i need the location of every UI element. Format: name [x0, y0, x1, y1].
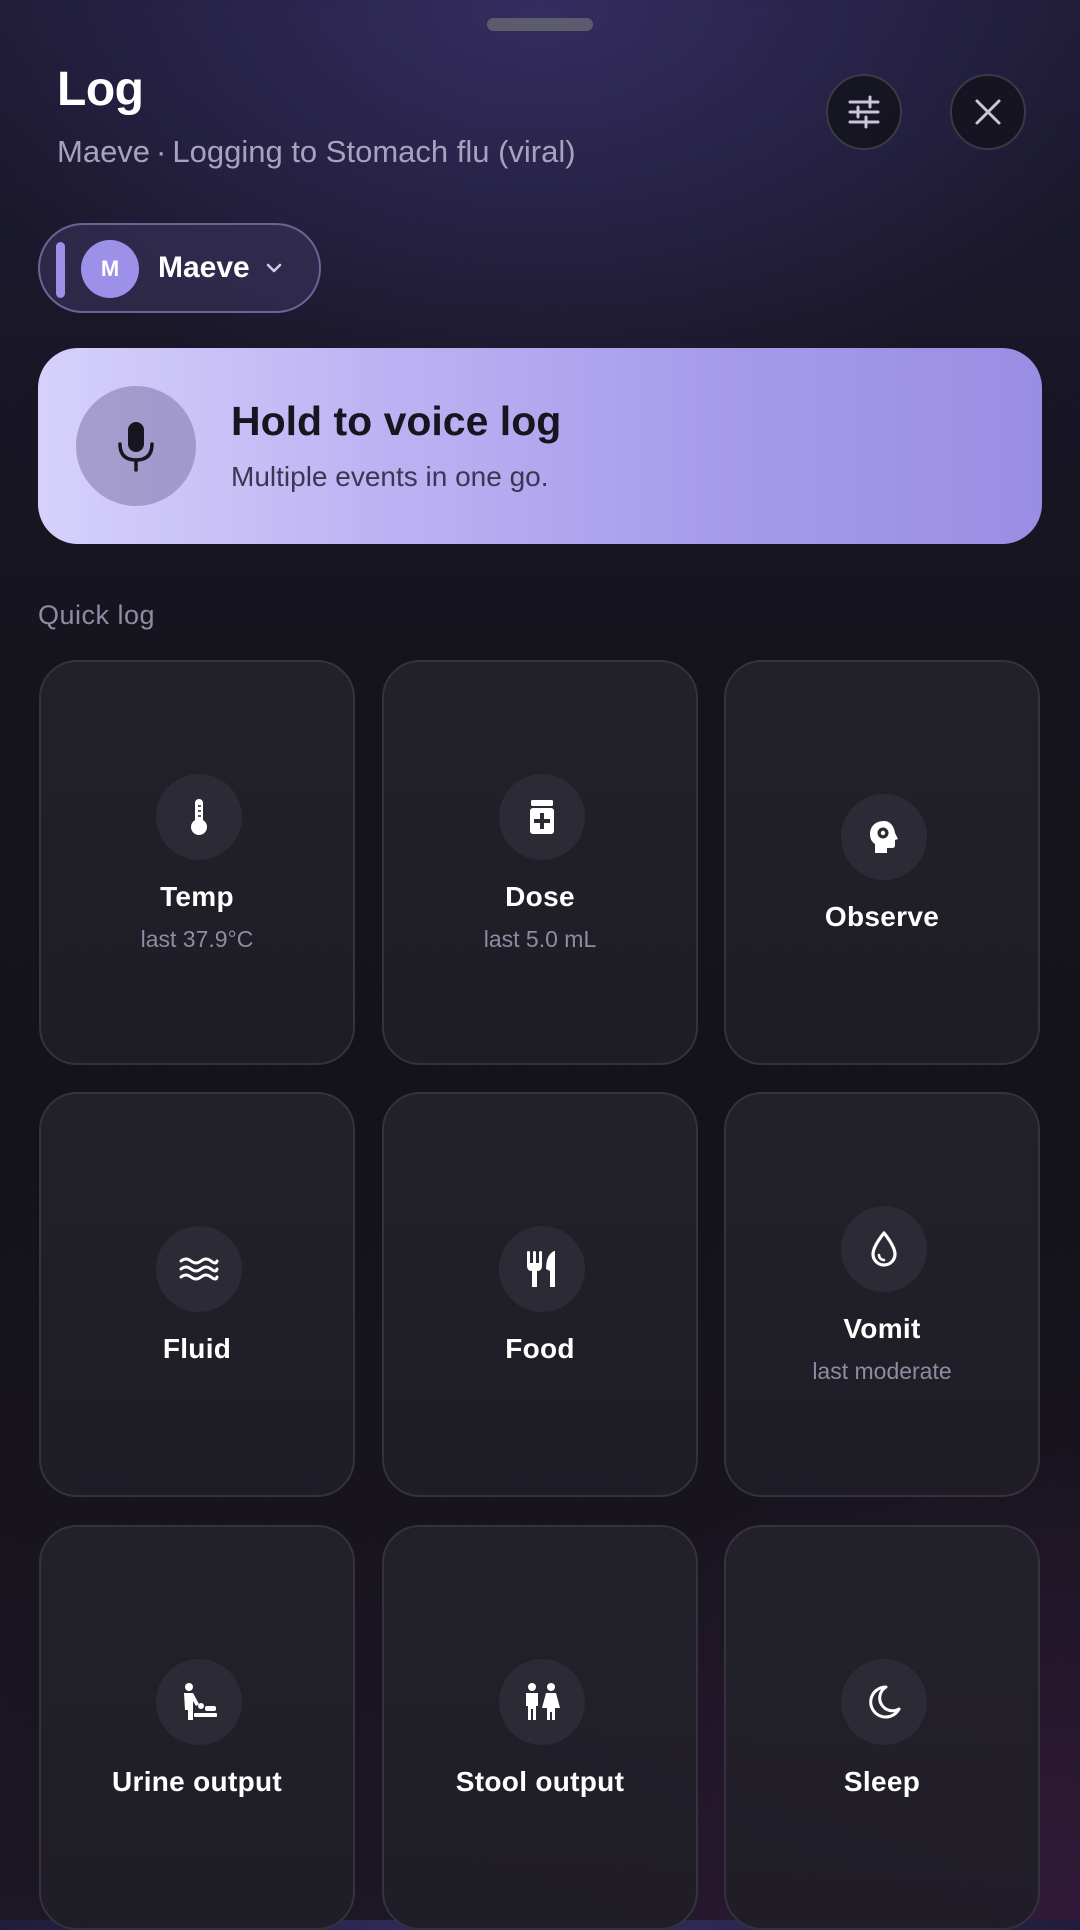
fork-knife-icon	[499, 1226, 585, 1312]
tile-label: Dose	[505, 881, 575, 912]
droplet-icon	[841, 1206, 927, 1292]
quick-log-stool-output[interactable]: Stool output	[382, 1525, 698, 1930]
tile-label: Food	[505, 1333, 575, 1364]
quick-log-sleep[interactable]: Sleep	[724, 1525, 1040, 1930]
head-cog-icon	[841, 794, 927, 880]
tile-label: Stool output	[455, 1766, 625, 1797]
close-icon	[975, 99, 1001, 125]
person-color-bar	[56, 242, 65, 298]
voice-log-title: Hold to voice log	[231, 398, 562, 444]
tile-last-value: last 5.0 mL	[483, 926, 597, 952]
quick-log-urine-output[interactable]: Urine output	[39, 1525, 355, 1930]
quick-log-temp[interactable]: Temp last 37.9°C	[39, 660, 355, 1065]
chevron-down-icon	[266, 263, 282, 273]
filter-settings-button[interactable]	[826, 74, 902, 150]
subtitle-patient: Maeve	[57, 134, 151, 169]
subtitle-logging-to: Logging to Stomach flu (viral)	[172, 134, 576, 169]
close-button[interactable]	[950, 74, 1026, 150]
baby-changing-icon	[156, 1659, 242, 1745]
tile-last-value: last moderate	[812, 1358, 952, 1384]
tile-label: Sleep	[843, 1766, 921, 1797]
tile-label: Urine output	[111, 1766, 282, 1797]
quick-log-vomit[interactable]: Vomit last moderate	[724, 1092, 1040, 1497]
person-selector[interactable]: M Maeve	[38, 223, 321, 313]
quick-log-dose[interactable]: Dose last 5.0 mL	[382, 660, 698, 1065]
quick-log-fluid[interactable]: Fluid	[39, 1092, 355, 1497]
voice-log-button[interactable]: Hold to voice log Multiple events in one…	[38, 348, 1042, 544]
page-subtitle: Maeve · Logging to Stomach flu (viral)	[57, 134, 576, 170]
moon-icon	[841, 1659, 927, 1745]
quick-log-heading: Quick log	[38, 600, 156, 630]
voice-log-subtitle: Multiple events in one go.	[231, 461, 549, 492]
microphone-icon	[118, 422, 154, 472]
tile-label: Temp	[160, 881, 234, 912]
restroom-icon	[499, 1659, 585, 1745]
water-waves-icon	[156, 1226, 242, 1312]
tile-label: Fluid	[162, 1333, 232, 1364]
microphone-circle	[76, 386, 196, 506]
thermometer-icon	[156, 774, 242, 860]
sliders-icon	[848, 95, 880, 129]
tile-label: Observe	[824, 901, 940, 932]
tile-label: Vomit	[843, 1313, 921, 1344]
subtitle-separator: ·	[156, 134, 167, 169]
quick-log-observe[interactable]: Observe	[724, 660, 1040, 1065]
tile-last-value: last 37.9°C	[140, 926, 254, 952]
page-title: Log	[57, 63, 144, 116]
avatar: M	[81, 240, 139, 298]
medicine-bottle-icon	[499, 774, 585, 860]
sheet-drag-handle[interactable]	[487, 18, 593, 31]
quick-log-food[interactable]: Food	[382, 1092, 698, 1497]
person-name: Maeve	[158, 251, 250, 284]
